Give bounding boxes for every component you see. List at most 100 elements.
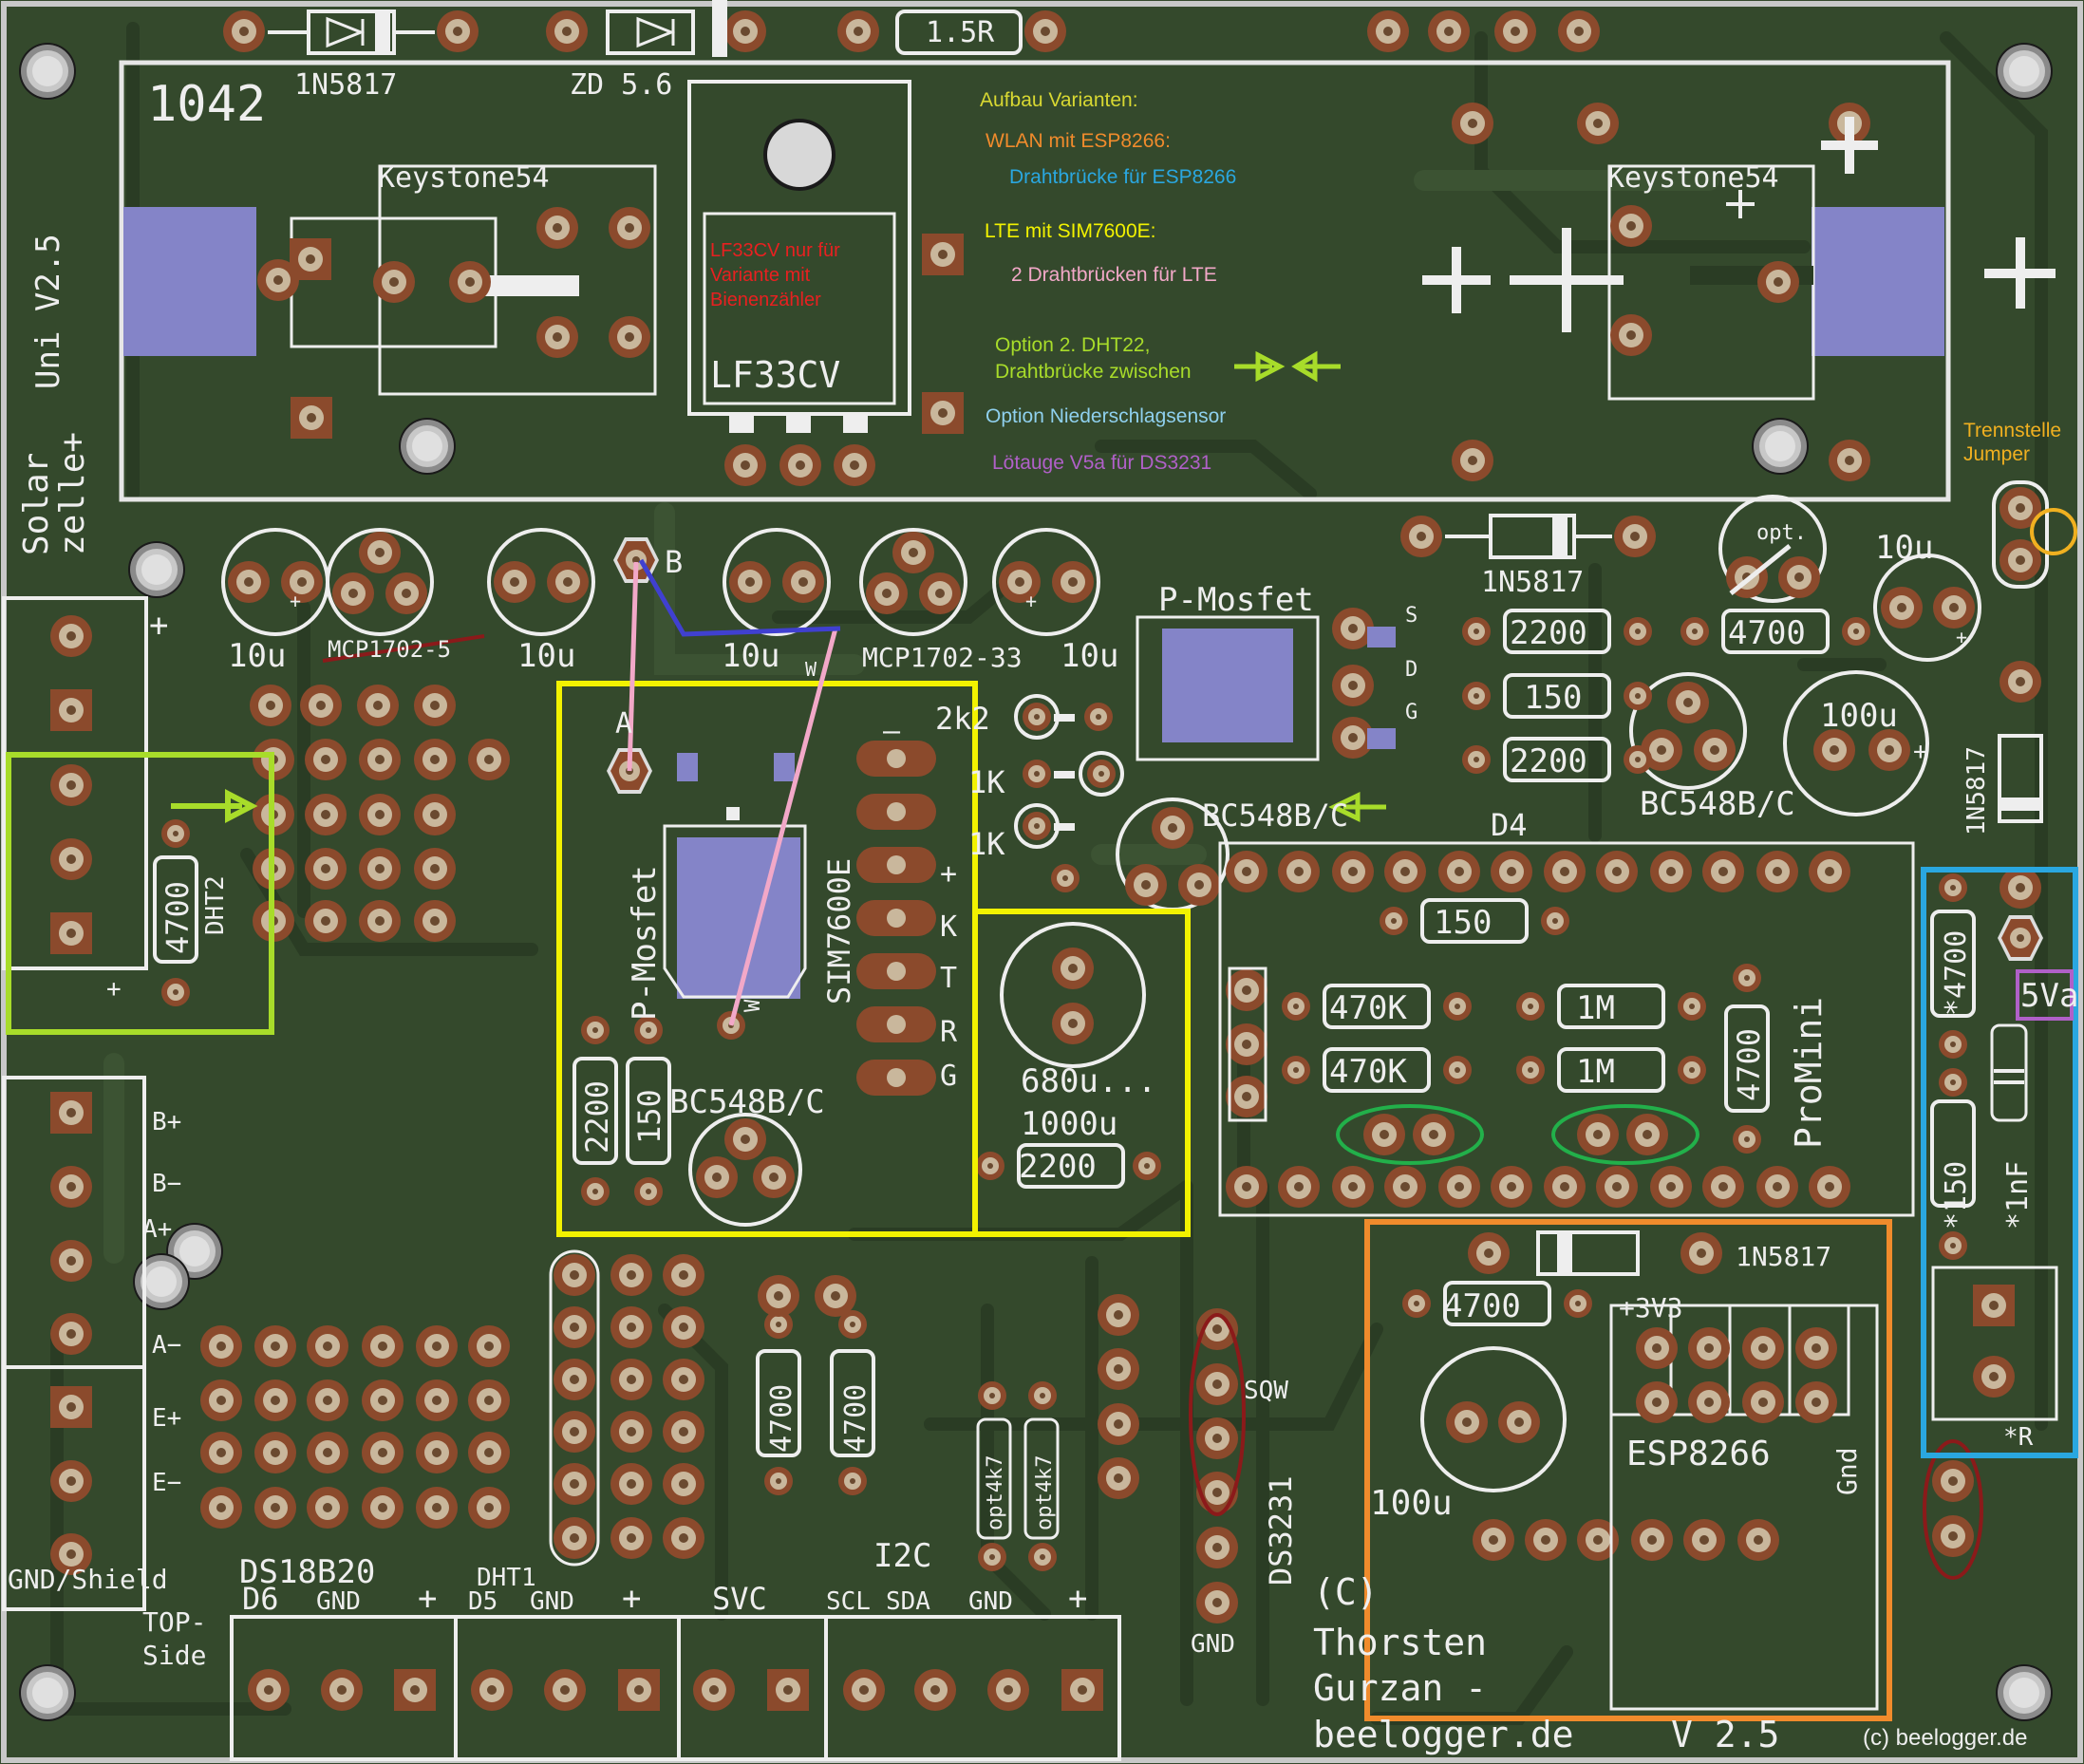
svg-text:4700: 4700 [1731, 1028, 1767, 1101]
svg-text:2200: 2200 [1019, 1148, 1097, 1186]
svg-text:SCL: SCL [826, 1587, 871, 1616]
svg-text:TOP-: TOP- [142, 1606, 206, 1638]
svg-text:LF33CV: LF33CV [710, 354, 840, 396]
svg-text:zelle+: zelle+ [53, 432, 92, 555]
svg-text:opt4k7: opt4k7 [1033, 1455, 1057, 1530]
svg-text:R: R [940, 1016, 958, 1049]
svg-text:A−: A− [152, 1331, 181, 1360]
svg-text:10u: 10u [722, 637, 779, 675]
svg-text:10u: 10u [1061, 637, 1118, 675]
svg-text:(c) beelogger.de: (c) beelogger.de [1863, 1725, 2027, 1751]
svg-text:Side: Side [142, 1640, 206, 1671]
svg-text:680u...: 680u... [1021, 1062, 1156, 1100]
svg-text:W: W [742, 999, 765, 1012]
svg-text:SVC: SVC [712, 1581, 767, 1617]
svg-text:B: B [665, 544, 683, 580]
svg-text:4700: 4700 [839, 1384, 873, 1453]
svg-text:1042: 1042 [147, 76, 266, 133]
svg-text:BC548B/C: BC548B/C [669, 1083, 825, 1121]
svg-text:Variante mit: Variante mit [710, 265, 811, 286]
svg-text:B+: B+ [152, 1108, 181, 1136]
svg-text:P-Mosfet: P-Mosfet [1158, 581, 1314, 619]
svg-text:1K: 1K [968, 764, 1005, 800]
svg-text:Jumper: Jumper [1963, 443, 2030, 465]
svg-text:+: + [149, 607, 168, 645]
svg-text:10u: 10u [517, 637, 575, 675]
svg-text:+: + [106, 975, 122, 1004]
svg-text:+: + [290, 590, 301, 612]
svg-text:DHT2: DHT2 [201, 875, 230, 935]
svg-text:T: T [940, 962, 957, 995]
svg-text:W: W [805, 658, 817, 681]
svg-text:4700: 4700 [160, 881, 196, 954]
svg-text:—: — [883, 715, 901, 748]
svg-text:150: 150 [1434, 904, 1492, 942]
svg-text:Option 2. DHT22,: Option 2. DHT22, [995, 334, 1150, 356]
svg-text:150: 150 [1524, 679, 1582, 717]
svg-text:opt4k7: opt4k7 [984, 1455, 1007, 1530]
svg-text:Gurzan -: Gurzan - [1313, 1667, 1487, 1709]
svg-text:Option Niederschlagsensor: Option Niederschlagsensor [986, 405, 1226, 427]
svg-text:MCP1702-5: MCP1702-5 [328, 636, 451, 663]
svg-text:2200: 2200 [579, 1080, 615, 1154]
svg-text:*150: *150 [1940, 1161, 1973, 1229]
svg-text:opt.: opt. [1756, 521, 1807, 545]
svg-text:GND: GND [1191, 1630, 1235, 1659]
svg-text:BC548B/C: BC548B/C [1640, 785, 1795, 823]
svg-text:Thorsten: Thorsten [1313, 1622, 1487, 1663]
svg-text:+: + [1913, 738, 1928, 766]
svg-text:E+: E+ [152, 1404, 181, 1433]
svg-text:I2C: I2C [873, 1537, 931, 1575]
svg-text:Trennstelle: Trennstelle [1963, 420, 2061, 441]
svg-text:Lötauge V5a für DS3231: Lötauge V5a für DS3231 [992, 452, 1211, 474]
svg-text:P-Mosfet: P-Mosfet [626, 865, 664, 1021]
svg-text:A: A [615, 707, 632, 741]
svg-text:*1nF: *1nF [2001, 1161, 2035, 1229]
svg-text:GND/Shield: GND/Shield [8, 1564, 168, 1595]
svg-text:V 2.5: V 2.5 [1671, 1714, 1779, 1755]
svg-text:470K: 470K [1329, 1053, 1407, 1091]
svg-text:1M: 1M [1576, 989, 1615, 1027]
svg-text:K: K [940, 910, 957, 944]
svg-text:D: D [1405, 658, 1417, 682]
svg-text:WLAN mit ESP8266:: WLAN mit ESP8266: [986, 130, 1171, 152]
svg-text:1M: 1M [1576, 1053, 1615, 1091]
pcb-board: + + + + + + 1042 1N5817 ZD 5.6 1.5R Uni … [0, 0, 2084, 1764]
svg-text:1K: 1K [968, 826, 1005, 862]
svg-text:MCP1702-33: MCP1702-33 [862, 642, 1023, 673]
svg-text:ZD 5.6: ZD 5.6 [570, 68, 672, 102]
svg-text:G: G [940, 1060, 957, 1093]
svg-text:Aufbau Varianten:: Aufbau Varianten: [980, 89, 1138, 111]
svg-text:GND: GND [530, 1587, 574, 1616]
svg-text:Uni V2.5: Uni V2.5 [29, 234, 67, 389]
svg-text:E−: E− [152, 1469, 181, 1497]
svg-text:SDA: SDA [886, 1587, 930, 1616]
svg-text:1000u: 1000u [1021, 1105, 1117, 1143]
svg-text:Drahtbrücke für ESP8266: Drahtbrücke für ESP8266 [1009, 166, 1236, 188]
svg-text:+: + [1068, 1580, 1087, 1618]
svg-text:470K: 470K [1329, 989, 1407, 1027]
svg-text:+: + [622, 1580, 641, 1618]
svg-text:BC548B/C: BC548B/C [1202, 798, 1348, 834]
svg-text:LF33CV nur für: LF33CV nur für [710, 240, 840, 261]
svg-text:*R: *R [2003, 1423, 2034, 1452]
svg-text:G: G [1405, 701, 1417, 724]
svg-text:D6: D6 [242, 1581, 279, 1617]
svg-text:(C): (C) [1313, 1571, 1379, 1613]
svg-text:1N5817: 1N5817 [294, 68, 397, 102]
svg-text:Drahtbrücke zwischen: Drahtbrücke zwischen [995, 361, 1192, 383]
svg-text:+3V3: +3V3 [1619, 1292, 1682, 1323]
svg-text:DS3231: DS3231 [1263, 1475, 1299, 1586]
svg-text:+: + [418, 1580, 437, 1618]
svg-text:ProMini: ProMini [1788, 997, 1830, 1149]
svg-text:+: + [1025, 590, 1037, 612]
svg-text:A+: A+ [142, 1215, 172, 1244]
svg-text:1N5817: 1N5817 [1736, 1241, 1831, 1272]
svg-text:5Va: 5Va [2020, 977, 2078, 1015]
svg-text:*4700: *4700 [1940, 930, 1973, 1016]
svg-text:2200: 2200 [1510, 742, 1587, 780]
svg-text:2200: 2200 [1510, 614, 1587, 652]
svg-text:D5: D5 [468, 1587, 498, 1616]
svg-text:B−: B− [152, 1170, 181, 1198]
svg-text:SIM7600E: SIM7600E [821, 858, 857, 1004]
